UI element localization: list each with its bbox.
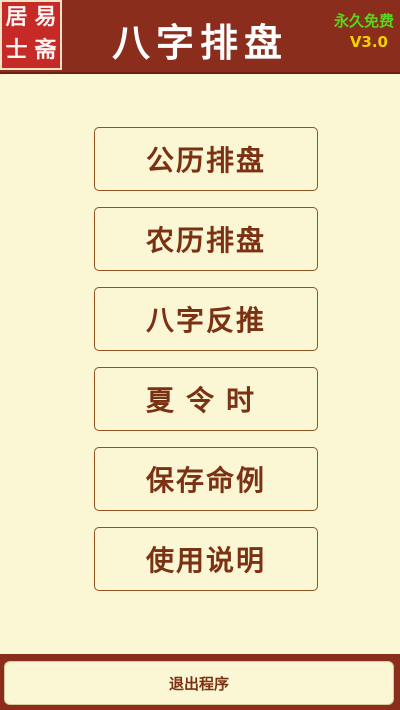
free-label: 永久免费	[333, 12, 394, 30]
instructions-button[interactable]: 使用说明	[94, 527, 318, 591]
footer-bar: 退出程序	[0, 654, 400, 710]
bazi-reverse-button[interactable]: 八字反推	[94, 287, 318, 351]
app-header: 居 易 士 斋 八字排盘 永久免费 V3.0	[0, 0, 400, 74]
version-label: V3.0	[349, 33, 388, 51]
lunar-chart-button[interactable]: 农历排盘	[94, 207, 318, 271]
saved-cases-button[interactable]: 保存命例	[94, 447, 318, 511]
gregorian-chart-button[interactable]: 公历排盘	[94, 127, 318, 191]
exit-button[interactable]: 退出程序	[4, 661, 394, 705]
daylight-saving-button[interactable]: 夏令时	[94, 367, 318, 431]
